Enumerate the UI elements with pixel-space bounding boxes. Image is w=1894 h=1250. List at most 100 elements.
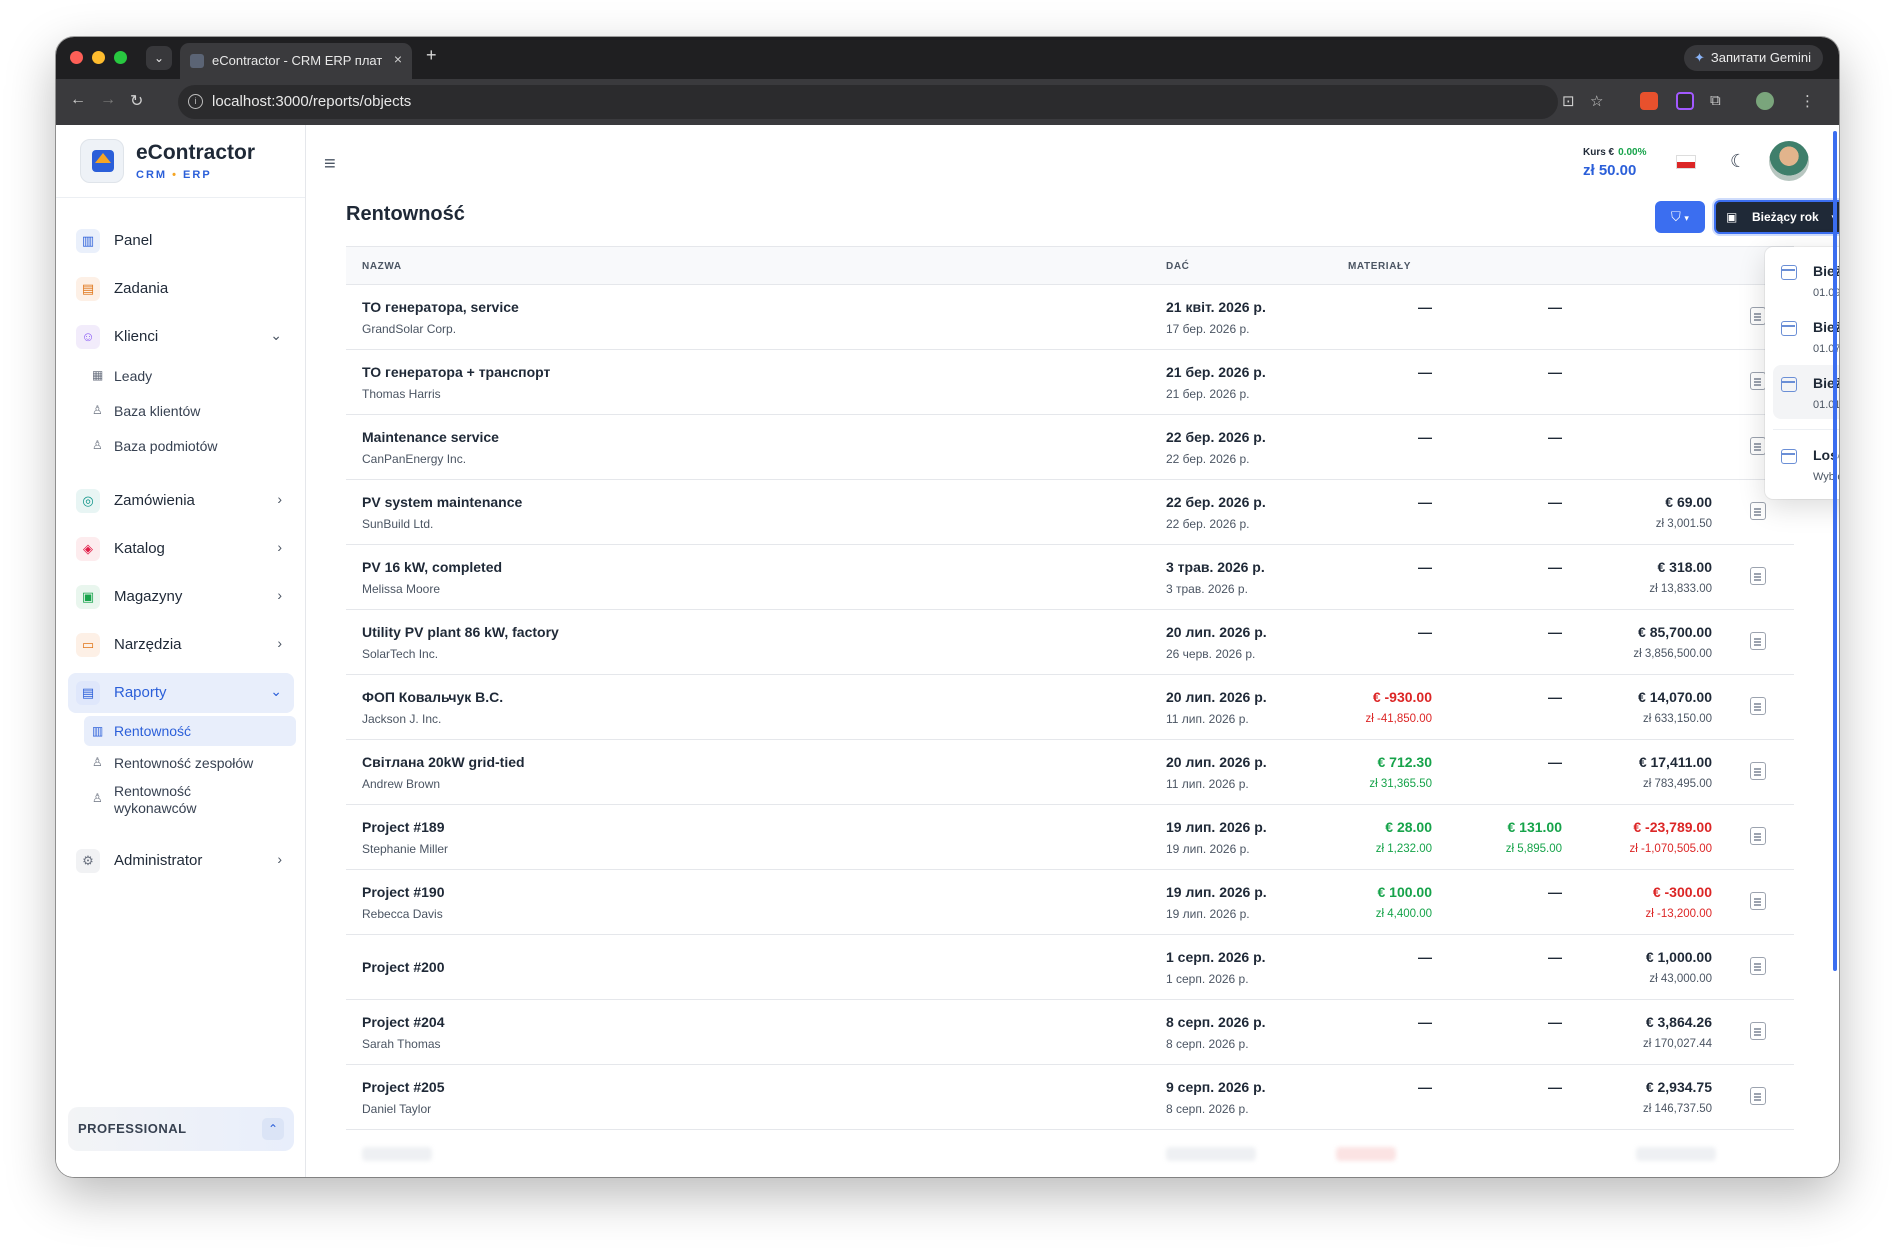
column-header-materials[interactable]: MATERIAŁY — [1348, 261, 1411, 272]
reload-icon[interactable]: ↻ — [130, 91, 143, 111]
clipboard-icon[interactable] — [1750, 372, 1766, 390]
profit-cell: € 2,934.75 zł 146,737.50 — [1642, 1079, 1712, 1115]
chevron-up-icon[interactable]: ⌃ — [262, 1118, 284, 1140]
materials-cell: — — [1418, 1014, 1432, 1030]
minimize-window-button[interactable] — [92, 51, 105, 64]
table-row[interactable]: ТО генератора, service GrandSolar Corp. … — [346, 285, 1794, 350]
row-name[interactable]: PV system maintenance — [362, 494, 522, 510]
sidebar-item-magazyny[interactable]: ▣ Magazyny › — [68, 577, 294, 617]
dark-mode-moon-icon[interactable]: ☾ — [1730, 151, 1746, 172]
table-row[interactable]: Project #200 1 серп. 2026 р. 1 серп. 202… — [346, 935, 1794, 1000]
profile-avatar-icon[interactable] — [1756, 92, 1774, 110]
sidebar-item-narzedzia[interactable]: ▭ Narzędzia › — [68, 625, 294, 665]
gemini-button[interactable]: ✦ Запитати Gemini — [1683, 45, 1823, 71]
table-row[interactable]: PV system maintenance SunBuild Ltd. 22 б… — [346, 480, 1794, 545]
forward-arrow-icon[interactable]: → — [100, 91, 116, 109]
row-name[interactable]: Maintenance service — [362, 429, 499, 445]
clipboard-icon[interactable] — [1750, 762, 1766, 780]
puzzle-extensions-icon[interactable]: ⧉ — [1710, 92, 1721, 109]
clipboard-icon[interactable] — [1750, 502, 1766, 520]
bookmark-star-icon[interactable]: ☆ — [1590, 92, 1603, 110]
period-option-custom[interactable]: Losowy wybór Wybierz daty i kliknij „Pok… — [1773, 437, 1839, 491]
row-name[interactable]: Project #200 — [362, 959, 445, 975]
clipboard-icon[interactable] — [1750, 567, 1766, 585]
sidebar-item-zadania[interactable]: ▤ Zadania — [68, 269, 294, 309]
new-tab-button[interactable]: + — [426, 45, 437, 66]
row-date: 3 трав. 2026 р. — [1166, 559, 1265, 575]
clipboard-icon[interactable] — [1750, 632, 1766, 650]
table-row[interactable]: ТО генератора + транспорт Thomas Harris … — [346, 350, 1794, 415]
scrollbar[interactable] — [1833, 131, 1837, 971]
clipboard-icon[interactable] — [1750, 1087, 1766, 1105]
table-row[interactable]: Project #190 Rebecca Davis 19 лип. 2026 … — [346, 870, 1794, 935]
gemini-spark-icon: ✦ — [1693, 50, 1705, 65]
sidebar: eContractor CRM • ERP ▥ Panel ▤ Zadania … — [56, 125, 306, 1177]
tab-search-button[interactable]: ⌄ — [146, 46, 172, 70]
row-name[interactable]: ТО генератора, service — [362, 299, 519, 315]
row-name[interactable]: PV 16 kW, completed — [362, 559, 502, 575]
maximize-window-button[interactable] — [114, 51, 127, 64]
clipboard-icon[interactable] — [1750, 892, 1766, 910]
profit-cell: € 85,700.00 zł 3,856,500.00 — [1633, 624, 1712, 660]
period-select-button[interactable]: ▣ Bieżący rok ▾ — [1714, 200, 1839, 234]
table-row[interactable]: PV 16 kW, completed Melissa Moore 3 трав… — [346, 545, 1794, 610]
sidebar-item-zamowienia[interactable]: ◎ Zamówienia › — [68, 481, 294, 521]
site-info-icon[interactable]: i — [188, 94, 203, 109]
table-row[interactable]: Світлана 20kW grid-tied Andrew Brown 20 … — [346, 740, 1794, 805]
address-bar[interactable]: i localhost:3000/reports/objects — [178, 85, 1558, 119]
sidebar-item-katalog[interactable]: ◈ Katalog › — [68, 529, 294, 569]
table-row[interactable]: Project #205 Daniel Taylor 9 серп. 2026 … — [346, 1065, 1794, 1130]
row-name[interactable]: Project #204 — [362, 1014, 445, 1030]
table-row[interactable]: Project #189 Stephanie Miller 19 лип. 20… — [346, 805, 1794, 870]
column-header-name[interactable]: NAZWA — [362, 261, 402, 272]
period-option-month[interactable]: Bieżący miesiąc 01.09.2026 — 30.09.2026 — [1773, 253, 1839, 307]
row-name[interactable]: ТО генератора + транспорт — [362, 364, 550, 380]
install-app-icon[interactable]: ⊡ — [1562, 92, 1575, 110]
sidebar-item-administrator[interactable]: ⚙ Administrator › — [68, 841, 294, 881]
sidebar-item-label: Magazyny — [114, 588, 183, 605]
row-client: Rebecca Davis — [362, 907, 443, 921]
sidebar-item-panel[interactable]: ▥ Panel — [68, 221, 294, 261]
column-header-date[interactable]: DAĆ — [1166, 261, 1189, 272]
clipboard-icon[interactable] — [1750, 827, 1766, 845]
table-header: NAZWA DAĆ MATERIAŁY — [346, 246, 1794, 285]
row-date-secondary: 1 серп. 2026 р. — [1166, 972, 1249, 986]
sidebar-item-raporty[interactable]: ▤ Raporty ⌄ — [68, 673, 294, 713]
table-row[interactable]: Utility PV plant 86 kW, factory SolarTec… — [346, 610, 1794, 675]
clipboard-icon[interactable] — [1750, 697, 1766, 715]
clipboard-icon[interactable] — [1750, 1022, 1766, 1040]
table-row[interactable]: Project #204 Sarah Thomas 8 серп. 2026 р… — [346, 1000, 1794, 1065]
chevron-down-icon: ⌄ — [270, 327, 282, 343]
clipboard-icon[interactable] — [1750, 307, 1766, 325]
filter-button[interactable]: ⛉ ▾ — [1655, 201, 1705, 233]
sidebar-sub-rentownosc[interactable]: ▥ Rentowność — [84, 716, 296, 746]
back-arrow-icon[interactable]: ← — [70, 91, 86, 109]
rate-value: zł 50.00 — [1583, 162, 1637, 179]
browser-tab-active[interactable]: eContractor - CRM ERP плат × — [180, 43, 412, 79]
more-menu-icon[interactable]: ⋮ — [1800, 92, 1815, 110]
table-row[interactable]: ФОП Ковальчук В.С. Jackson J. Inc. 20 ли… — [346, 675, 1794, 740]
sidebar-sub-label: Baza klientów — [114, 403, 201, 419]
materials-cell: — — [1418, 429, 1432, 445]
clipboard-icon[interactable] — [1750, 957, 1766, 975]
period-option-quarter[interactable]: Bieżący kwartał 01.07.2026 — 30.09.2026 — [1773, 309, 1839, 363]
close-tab-icon[interactable]: × — [394, 51, 402, 67]
row-name[interactable]: Project #189 — [362, 819, 445, 835]
row-name[interactable]: Project #205 — [362, 1079, 445, 1095]
period-option-year[interactable]: Bieżący rok 01.01.2026 — 31.12.2026 — [1773, 365, 1839, 419]
table-row[interactable]: Maintenance service CanPanEnergy Inc. 22… — [346, 415, 1794, 480]
close-window-button[interactable] — [70, 51, 83, 64]
clipboard-icon[interactable] — [1750, 437, 1766, 455]
row-name[interactable]: Project #190 — [362, 884, 445, 900]
sidebar-item-klienci[interactable]: ☺ Klienci ⌄ — [68, 317, 294, 357]
avatar[interactable] — [1769, 141, 1809, 181]
row-name[interactable]: Світлана 20kW grid-tied — [362, 754, 525, 770]
plan-badge[interactable]: PROFESSIONAL ⌃ — [68, 1107, 294, 1151]
row-name[interactable]: Utility PV plant 86 kW, factory — [362, 624, 559, 640]
calendar-icon — [1781, 265, 1797, 280]
hamburger-menu-icon[interactable]: ≡ — [324, 153, 336, 176]
language-flag-icon[interactable] — [1676, 155, 1696, 169]
row-name[interactable]: ФОП Ковальчук В.С. — [362, 689, 503, 705]
extension-icon[interactable] — [1640, 92, 1658, 110]
figma-extension-icon[interactable] — [1676, 92, 1694, 110]
